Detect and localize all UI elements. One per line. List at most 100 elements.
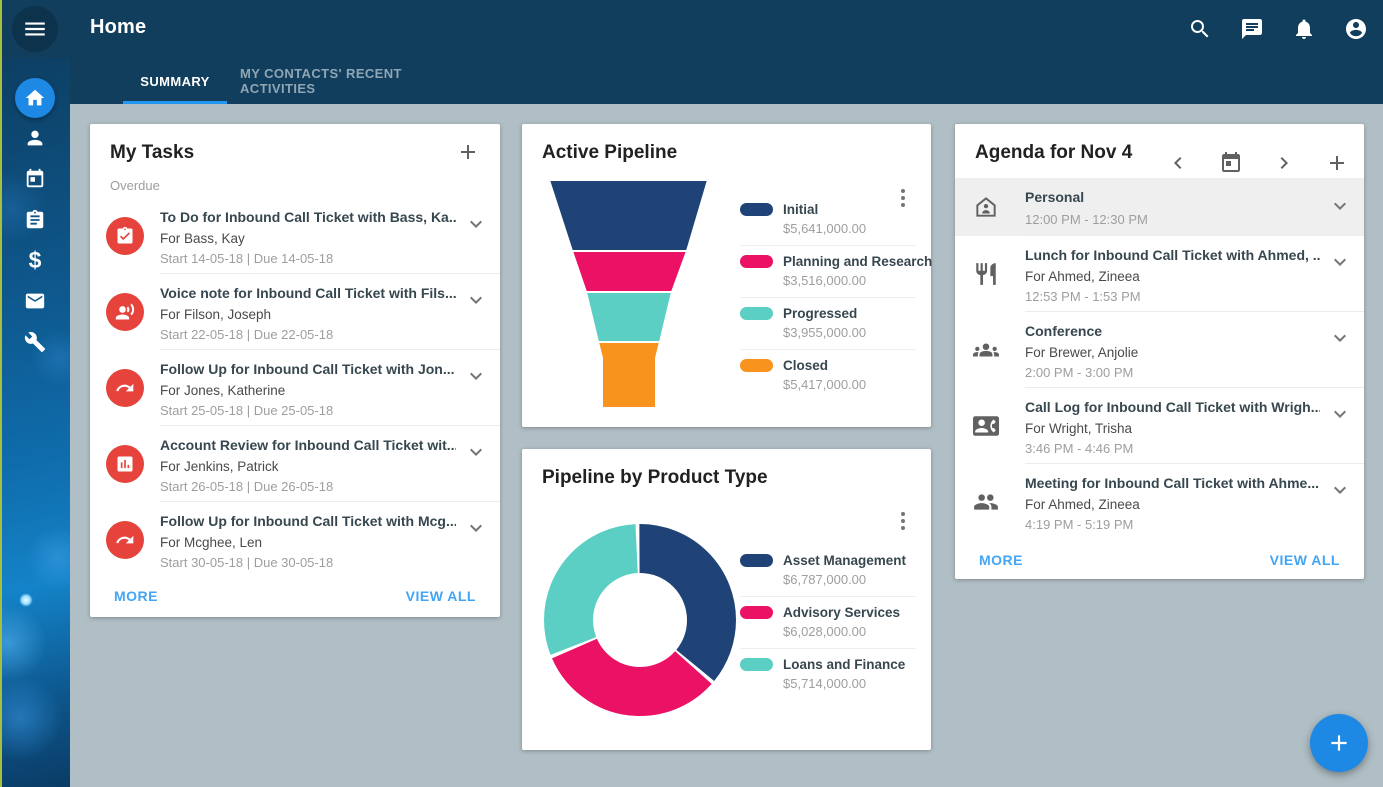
my-tasks-title: My Tasks bbox=[110, 142, 194, 164]
sidebar: $ bbox=[0, 58, 70, 787]
agenda-prev-day-button[interactable] bbox=[1165, 150, 1191, 176]
chevron-down-icon bbox=[1328, 402, 1352, 426]
search-button[interactable] bbox=[1187, 16, 1213, 42]
legend-label: Loans and Finance bbox=[783, 657, 905, 672]
expand-event-button[interactable] bbox=[1328, 478, 1352, 502]
funnel-segment-initial[interactable] bbox=[549, 180, 708, 251]
sidebar-item-mail[interactable] bbox=[15, 281, 55, 321]
chevron-left-icon bbox=[1166, 151, 1190, 175]
agenda-row[interactable]: Personal 12:00 PM - 12:30 PM bbox=[955, 178, 1364, 236]
chevron-down-icon bbox=[464, 440, 488, 464]
menu-button[interactable] bbox=[12, 6, 58, 52]
legend-value: $3,955,000.00 bbox=[783, 325, 916, 340]
agenda-row[interactable]: Lunch for Inbound Call Ticket with Ahmed… bbox=[955, 236, 1364, 312]
agenda-more-button[interactable]: MORE bbox=[979, 552, 1023, 568]
task-dates: Start 25-05-18 | Due 25-05-18 bbox=[160, 403, 456, 418]
agenda-row[interactable]: Meeting for Inbound Call Ticket with Ahm… bbox=[955, 464, 1364, 540]
task-row[interactable]: Voice note for Inbound Call Ticket with … bbox=[90, 274, 500, 350]
chat-button[interactable] bbox=[1239, 16, 1265, 42]
task-row[interactable]: Follow Up for Inbound Call Ticket with M… bbox=[90, 502, 500, 578]
sidebar-item-home[interactable] bbox=[15, 78, 55, 118]
chevron-right-icon bbox=[1272, 151, 1296, 175]
sidebar-item-tasks[interactable] bbox=[15, 200, 55, 240]
expand-task-button[interactable] bbox=[464, 364, 488, 388]
sidebar-item-contacts[interactable] bbox=[15, 118, 55, 158]
funnel-segment-progressed[interactable] bbox=[586, 292, 672, 342]
legend-swatch bbox=[740, 255, 773, 268]
legend-label: Asset Management bbox=[783, 553, 906, 568]
legend-value: $3,516,000.00 bbox=[783, 273, 916, 288]
plus-icon bbox=[1325, 151, 1349, 175]
agenda-calendar-button[interactable] bbox=[1218, 150, 1244, 176]
contacts-icon bbox=[24, 127, 46, 149]
task-for: For Bass, Kay bbox=[160, 231, 456, 246]
add-event-button[interactable] bbox=[1324, 150, 1350, 176]
tasks-more-button[interactable]: MORE bbox=[114, 588, 158, 604]
legend-item: Advisory Services $6,028,000.00 bbox=[740, 596, 916, 648]
task-for: For Jones, Katherine bbox=[160, 383, 456, 398]
chevron-down-icon bbox=[464, 288, 488, 312]
legend-item: Closed $5,417,000.00 bbox=[740, 349, 916, 401]
expand-task-button[interactable] bbox=[464, 516, 488, 540]
task-dates: Start 22-05-18 | Due 22-05-18 bbox=[160, 327, 456, 342]
calendar-icon bbox=[1219, 151, 1243, 175]
expand-event-button[interactable] bbox=[1328, 194, 1352, 218]
personal-home-icon bbox=[973, 194, 999, 220]
event-title: Lunch for Inbound Call Ticket with Ahmed… bbox=[1025, 247, 1320, 263]
tab-summary[interactable]: SUMMARY bbox=[123, 58, 227, 104]
account-review-icon bbox=[106, 445, 144, 483]
sidebar-item-tools[interactable] bbox=[15, 322, 55, 362]
funnel-segment-closed[interactable] bbox=[598, 342, 660, 408]
home-icon bbox=[24, 87, 46, 109]
agenda-row[interactable]: Call Log for Inbound Call Ticket with Wr… bbox=[955, 388, 1364, 464]
expand-event-button[interactable] bbox=[1328, 402, 1352, 426]
donut-chart bbox=[542, 522, 738, 718]
expand-task-button[interactable] bbox=[464, 440, 488, 464]
screen-edge-highlight bbox=[0, 0, 2, 787]
task-for: For Filson, Joseph bbox=[160, 307, 456, 322]
tab-bar: SUMMARY MY CONTACTS' RECENT ACTIVITIES bbox=[70, 58, 1383, 104]
agenda-next-day-button[interactable] bbox=[1271, 150, 1297, 176]
notifications-button[interactable] bbox=[1291, 16, 1317, 42]
plus-icon bbox=[456, 140, 480, 164]
tab-my-contacts-recent-activities[interactable]: MY CONTACTS' RECENT ACTIVITIES bbox=[240, 58, 452, 104]
fab-add-button[interactable] bbox=[1310, 714, 1368, 772]
sidebar-item-deals[interactable]: $ bbox=[15, 240, 55, 280]
chevron-down-icon bbox=[464, 364, 488, 388]
top-app-bar: Home bbox=[0, 0, 1383, 58]
funnel-segment-planning[interactable] bbox=[572, 251, 687, 292]
sidebar-item-calendar[interactable] bbox=[15, 159, 55, 199]
main-content: My Tasks Overdue To Do for Inbound Call … bbox=[70, 104, 1383, 787]
task-row[interactable]: To Do for Inbound Call Ticket with Bass,… bbox=[90, 198, 500, 274]
task-dates: Start 30-05-18 | Due 30-05-18 bbox=[160, 555, 456, 570]
account-button[interactable] bbox=[1343, 16, 1369, 42]
task-row[interactable]: Follow Up for Inbound Call Ticket with J… bbox=[90, 350, 500, 426]
task-row[interactable]: Account Review for Inbound Call Ticket w… bbox=[90, 426, 500, 502]
money-icon: $ bbox=[29, 249, 42, 272]
legend-value: $5,714,000.00 bbox=[783, 676, 916, 691]
agenda-card: Agenda for Nov 4 Personal 1 bbox=[955, 124, 1364, 579]
expand-task-button[interactable] bbox=[464, 212, 488, 236]
legend-label: Progressed bbox=[783, 306, 857, 321]
legend-item: Progressed $3,955,000.00 bbox=[740, 297, 916, 349]
funnel-chart bbox=[540, 174, 770, 424]
event-time: 12:00 PM - 12:30 PM bbox=[1025, 212, 1320, 227]
chart-options-button[interactable] bbox=[893, 507, 913, 535]
expand-event-button[interactable] bbox=[1328, 250, 1352, 274]
agenda-row[interactable]: Conference For Brewer, Anjolie 2:00 PM -… bbox=[955, 312, 1364, 388]
legend-label: Closed bbox=[783, 358, 828, 373]
task-for: For Mcghee, Len bbox=[160, 535, 456, 550]
people-icon bbox=[973, 489, 999, 515]
tasks-view-all-button[interactable]: VIEW ALL bbox=[406, 588, 476, 604]
legend-swatch bbox=[740, 658, 773, 671]
expand-task-button[interactable] bbox=[464, 288, 488, 312]
event-time: 4:19 PM - 5:19 PM bbox=[1025, 517, 1320, 532]
agenda-view-all-button[interactable]: VIEW ALL bbox=[1270, 552, 1340, 568]
pipeline-by-product-card: Pipeline by Product Type Asset Managemen… bbox=[522, 449, 931, 750]
expand-event-button[interactable] bbox=[1328, 326, 1352, 350]
voice-note-icon bbox=[106, 293, 144, 331]
plus-icon bbox=[1326, 730, 1352, 756]
task-title: To Do for Inbound Call Ticket with Bass,… bbox=[160, 209, 456, 225]
add-task-button[interactable] bbox=[456, 140, 484, 168]
chevron-down-icon bbox=[1328, 326, 1352, 350]
